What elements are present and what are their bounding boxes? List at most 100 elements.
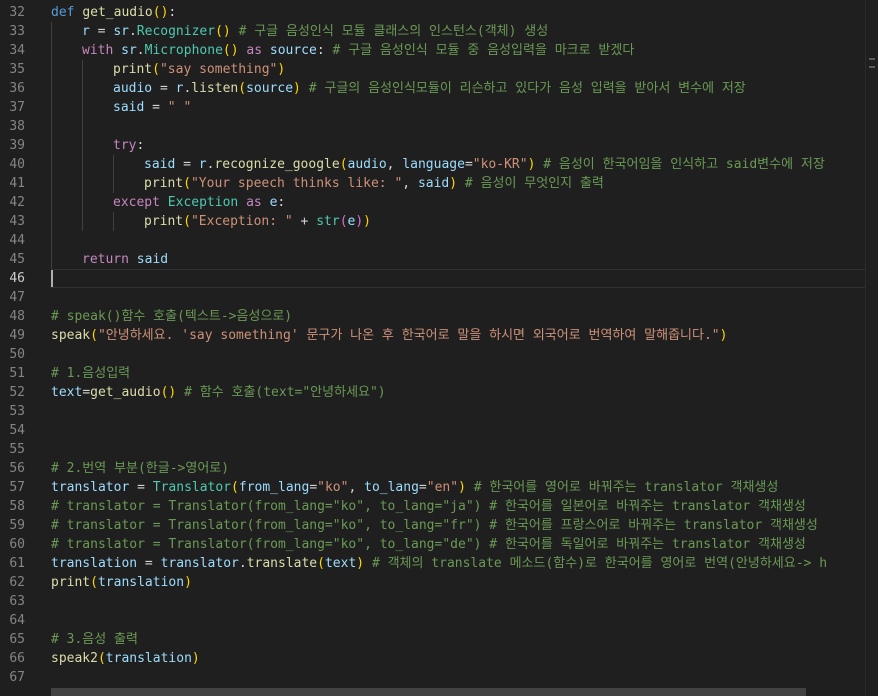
code-line[interactable]: 52 text=get_audio() # 함수 호출(text="안녕하세요") [0, 383, 866, 402]
code-area[interactable]: said = " " [51, 98, 866, 117]
code-token: print [144, 176, 184, 191]
code-line[interactable]: 56 # 2.번역 부분(한글->영어로) [0, 459, 866, 478]
code-area[interactable]: print("Exception: " + str(e)) [51, 212, 866, 231]
code-area[interactable]: print(translation) [51, 573, 866, 592]
code-area[interactable]: # translator = Translator(from_lang="ko"… [51, 497, 866, 516]
horizontal-scrollbar-thumb[interactable] [51, 688, 806, 696]
code-token: "ko-KR" [472, 157, 528, 172]
code-line[interactable]: 42 except Exception as e: [0, 193, 866, 212]
code-line[interactable]: 60 # translator = Translator(from_lang="k… [0, 535, 866, 554]
code-area[interactable] [51, 117, 866, 136]
code-area[interactable]: def get_audio(): [51, 3, 866, 22]
code-area[interactable]: translator = Translator(from_lang="ko", … [51, 478, 866, 497]
code-line[interactable]: 36 audio = r.listen(source) # 구글의 음성인식모듈이… [0, 79, 866, 98]
code-editor[interactable]: 32 def get_audio(): 33 r = sr.Recognizer() … [0, 3, 866, 696]
code-area[interactable] [51, 288, 866, 307]
code-token: . [238, 556, 247, 571]
code-area[interactable]: return said [51, 250, 866, 269]
code-line[interactable]: 47 [0, 288, 866, 307]
code-line[interactable]: 62 print(translation) [0, 573, 866, 592]
code-area[interactable]: # translator = Translator(from_lang="ko"… [51, 516, 866, 535]
code-token: () [222, 43, 239, 58]
code-area[interactable]: # 3.음성 출력 [51, 630, 866, 649]
code-token: text [51, 385, 83, 400]
code-line[interactable]: 59 # translator = Translator(from_lang="k… [0, 516, 866, 535]
code-token: ( [183, 176, 191, 191]
code-text: translator = Translator(from_lang="ko", … [51, 478, 778, 497]
code-line[interactable]: 58 # translator = Translator(from_lang="k… [0, 497, 866, 516]
code-token: except [113, 195, 160, 210]
code-area[interactable] [51, 402, 866, 421]
code-line[interactable]: 50 [0, 345, 866, 364]
code-line[interactable]: 67 [0, 668, 866, 687]
code-area[interactable] [51, 592, 866, 611]
line-number: 43 [9, 214, 25, 229]
code-line[interactable]: 33 r = sr.Recognizer() # 구글 음성인식 모듈 클래스의 … [0, 22, 866, 41]
code-text: # translator = Translator(from_lang="ko"… [51, 535, 806, 554]
code-area[interactable]: audio = r.listen(source) # 구글의 음성인식모듈이 리… [51, 79, 866, 98]
code-line[interactable]: 66 speak2(translation) [0, 649, 866, 668]
code-area[interactable] [51, 668, 866, 687]
code-area[interactable]: # speak()함수 호출(텍스트->음성으로) [51, 307, 866, 326]
code-text: except Exception as e: [113, 193, 285, 212]
code-line[interactable]: 46 [0, 269, 866, 288]
code-token: from_lang [238, 480, 310, 495]
code-line[interactable]: 53 [0, 402, 866, 421]
code-area[interactable]: # 2.번역 부분(한글->영어로) [51, 459, 866, 478]
code-line[interactable]: 45 return said [0, 250, 866, 269]
code-area[interactable]: speak("안녕하세요. 'say something' 문구가 나온 후 한… [51, 326, 866, 345]
vertical-scrollbar[interactable] [865, 0, 878, 696]
code-line[interactable]: 43 print("Exception: " + str(e)) [0, 212, 866, 231]
code-area[interactable] [51, 611, 866, 630]
code-line[interactable]: 64 [0, 611, 866, 630]
code-line[interactable]: 38 [0, 117, 866, 136]
line-number: 42 [9, 195, 25, 210]
code-line[interactable]: 51 # 1.음성입력 [0, 364, 866, 383]
code-area[interactable]: try: [51, 136, 866, 155]
code-text: # 1.음성입력 [51, 364, 130, 383]
code-token: , [386, 157, 403, 172]
code-area[interactable]: except Exception as e: [51, 193, 866, 212]
code-line[interactable]: 34 with sr.Microphone() as source: # 구글 음… [0, 41, 866, 60]
code-line[interactable]: 55 [0, 440, 866, 459]
code-line[interactable]: 57 translator = Translator(from_lang="ko"… [0, 478, 866, 497]
code-line[interactable]: 40 said = r.recognize_google(audio, langu… [0, 155, 866, 174]
code-token: , [402, 176, 418, 191]
code-area[interactable]: with sr.Microphone() as source: # 구글 음성인… [51, 41, 866, 60]
code-area[interactable]: speak2(translation) [51, 649, 866, 668]
code-line[interactable]: 49 speak("안녕하세요. 'say something' 문구가 나온 후… [0, 326, 866, 345]
code-line[interactable]: 65 # 3.음성 출력 [0, 630, 866, 649]
code-line[interactable]: 41 print("Your speech thinks like: ", sai… [0, 174, 866, 193]
code-token: recognize_google [214, 157, 340, 172]
indent-guide [51, 98, 52, 117]
code-line[interactable]: 37 said = " " [0, 98, 866, 117]
code-area[interactable] [51, 421, 866, 440]
code-line[interactable]: 44 [0, 231, 866, 250]
code-line[interactable]: 35 print("say something") [0, 60, 866, 79]
code-area[interactable]: print("say something") [51, 60, 866, 79]
line-number: 48 [9, 309, 25, 324]
code-area[interactable] [51, 345, 866, 364]
code-area[interactable]: translation = translator.translate(text)… [51, 554, 866, 573]
code-line[interactable]: 48 # speak()함수 호출(텍스트->음성으로) [0, 307, 866, 326]
code-area[interactable]: r = sr.Recognizer() # 구글 음성인식 모듈 클래스의 인스… [51, 22, 866, 41]
code-line[interactable]: 39 try: [0, 136, 866, 155]
code-line[interactable]: 32 def get_audio(): [0, 3, 866, 22]
code-line[interactable]: 54 [0, 421, 866, 440]
code-area[interactable]: # translator = Translator(from_lang="ko"… [51, 535, 866, 554]
code-area[interactable] [51, 231, 866, 250]
code-area[interactable]: print("Your speech thinks like: ", said)… [51, 174, 866, 193]
indent-guide [51, 155, 52, 174]
code-area[interactable]: text=get_audio() # 함수 호출(text="안녕하세요") [51, 383, 866, 402]
line-number: 53 [9, 404, 25, 419]
code-line[interactable]: 63 [0, 592, 866, 611]
code-area[interactable]: said = r.recognize_google(audio, languag… [51, 155, 866, 174]
code-area[interactable] [51, 440, 866, 459]
code-area[interactable] [51, 269, 866, 288]
code-line[interactable]: 61 translation = translator.translate(tex… [0, 554, 866, 573]
code-token: ( [317, 556, 325, 571]
code-token: translator [51, 480, 130, 495]
code-area[interactable]: # 1.음성입력 [51, 364, 866, 383]
